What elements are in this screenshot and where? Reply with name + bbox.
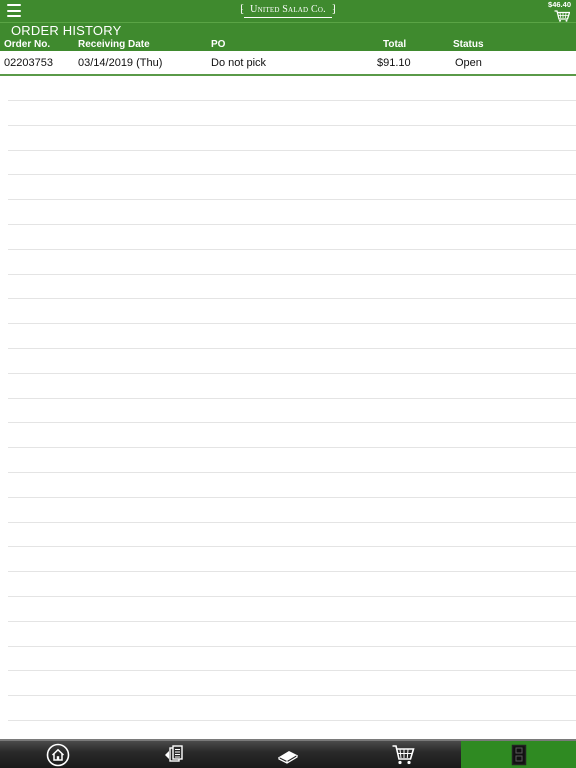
empty-row-line [8, 571, 576, 572]
order-history-icon [511, 744, 526, 765]
cart-icon [392, 744, 415, 764]
po-cell: Do not pick [211, 57, 267, 69]
empty-row-line [8, 596, 576, 597]
tab-home[interactable] [0, 741, 115, 768]
empty-row-line [8, 298, 576, 299]
empty-row-line [8, 472, 576, 473]
order-no-cell: 02203753 [4, 57, 53, 69]
empty-row-line [8, 398, 576, 399]
table-header-bar: ORDER HISTORY Order No. Receiving Date P… [0, 22, 576, 51]
column-header-order-no: Order No. [4, 39, 51, 50]
top-bar: ⁅ United Salad Co. ⁆ $46.40 [0, 0, 576, 22]
header-cart-button[interactable]: $46.40 [535, 1, 571, 22]
receiving-date-cell: 03/14/2019 (Thu) [78, 57, 163, 69]
empty-row-line [8, 125, 576, 126]
catalog-book-icon [277, 750, 298, 764]
empty-row-line [8, 546, 576, 547]
empty-row-line [8, 199, 576, 200]
column-header-status: Status [453, 39, 484, 50]
empty-row-line [8, 522, 576, 523]
column-header-total: Total [383, 39, 407, 50]
brand-logo: ⁅ United Salad Co. ⁆ [0, 3, 576, 18]
table-row[interactable]: 02203753 03/14/2019 (Thu) Do not pick $9… [0, 51, 576, 75]
tab-cart[interactable] [345, 741, 460, 768]
logo-text: United Salad Co. [244, 3, 332, 18]
empty-row-line [8, 497, 576, 498]
order-guide-icon [164, 744, 183, 762]
empty-row-line [8, 150, 576, 151]
total-cell: $91.10 [377, 57, 411, 69]
empty-row-line [8, 224, 576, 225]
tab-order-guide[interactable] [115, 741, 230, 768]
logo-swirl-right-icon: ⁆ [331, 4, 336, 15]
cart-icon [554, 10, 570, 22]
home-icon [46, 743, 69, 766]
row-divider [0, 74, 576, 76]
page-title: ORDER HISTORY [11, 23, 122, 38]
empty-row-line [8, 348, 576, 349]
empty-row-line [8, 174, 576, 175]
empty-row-line [8, 720, 576, 721]
column-header-receiving-date: Receiving Date [78, 39, 150, 50]
empty-row-line [8, 100, 576, 101]
empty-row-line [8, 621, 576, 622]
status-cell: Open [455, 57, 482, 69]
empty-row-line [8, 422, 576, 423]
empty-row-line [8, 447, 576, 448]
empty-row-line [8, 323, 576, 324]
cart-total: $46.40 [548, 0, 571, 9]
empty-row-line [8, 695, 576, 696]
empty-row-line [8, 249, 576, 250]
empty-row-line [8, 646, 576, 647]
bottom-tab-bar [0, 739, 576, 768]
empty-row-line [8, 670, 576, 671]
tab-order-history[interactable] [461, 741, 576, 768]
empty-row-line [8, 274, 576, 275]
empty-row-line [8, 373, 576, 374]
tab-catalog[interactable] [230, 741, 345, 768]
column-header-po: PO [211, 39, 226, 50]
